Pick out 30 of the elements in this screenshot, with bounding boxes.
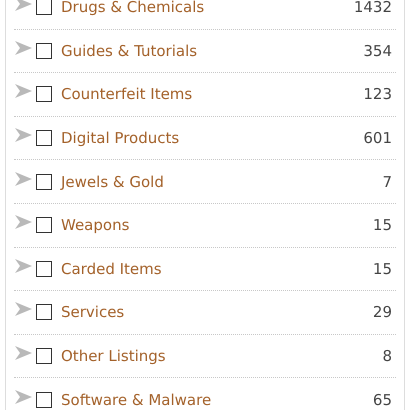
category-link[interactable]: Guides & Tutorials bbox=[61, 42, 364, 60]
checkbox[interactable] bbox=[36, 392, 52, 408]
item-count: 15 bbox=[372, 260, 392, 278]
item-count: 29 bbox=[372, 303, 392, 322]
item-count: 8 bbox=[382, 347, 392, 366]
checkbox[interactable] bbox=[36, 0, 52, 16]
checkbox[interactable] bbox=[36, 86, 52, 102]
checkbox[interactable] bbox=[36, 348, 52, 364]
item-count: 123 bbox=[363, 85, 392, 104]
category-link[interactable]: Software & Malware bbox=[61, 390, 373, 409]
item-count: 354 bbox=[363, 42, 392, 60]
item-count: 65 bbox=[372, 390, 392, 409]
checkbox[interactable] bbox=[36, 260, 52, 277]
item-count: 1432 bbox=[354, 0, 392, 16]
checkbox[interactable] bbox=[36, 304, 52, 320]
item-count: 601 bbox=[363, 129, 392, 148]
category-link[interactable]: Weapons bbox=[61, 216, 373, 234]
category-link[interactable]: Services bbox=[61, 303, 373, 322]
category-link[interactable]: Other Listings bbox=[61, 347, 382, 366]
item-count: 15 bbox=[372, 216, 392, 234]
checkbox[interactable] bbox=[36, 42, 52, 59]
item-count: 7 bbox=[382, 172, 392, 191]
category-link[interactable]: Digital Products bbox=[61, 129, 364, 148]
category-link[interactable]: Counterfeit Items bbox=[61, 85, 364, 104]
category-link[interactable]: Drugs & Chemicals bbox=[61, 0, 354, 16]
category-link[interactable]: Carded Items bbox=[61, 260, 373, 278]
checkbox[interactable] bbox=[36, 217, 52, 234]
checkbox[interactable] bbox=[36, 174, 52, 190]
checkbox[interactable] bbox=[36, 130, 52, 146]
category-link[interactable]: Jewels & Gold bbox=[61, 172, 382, 191]
